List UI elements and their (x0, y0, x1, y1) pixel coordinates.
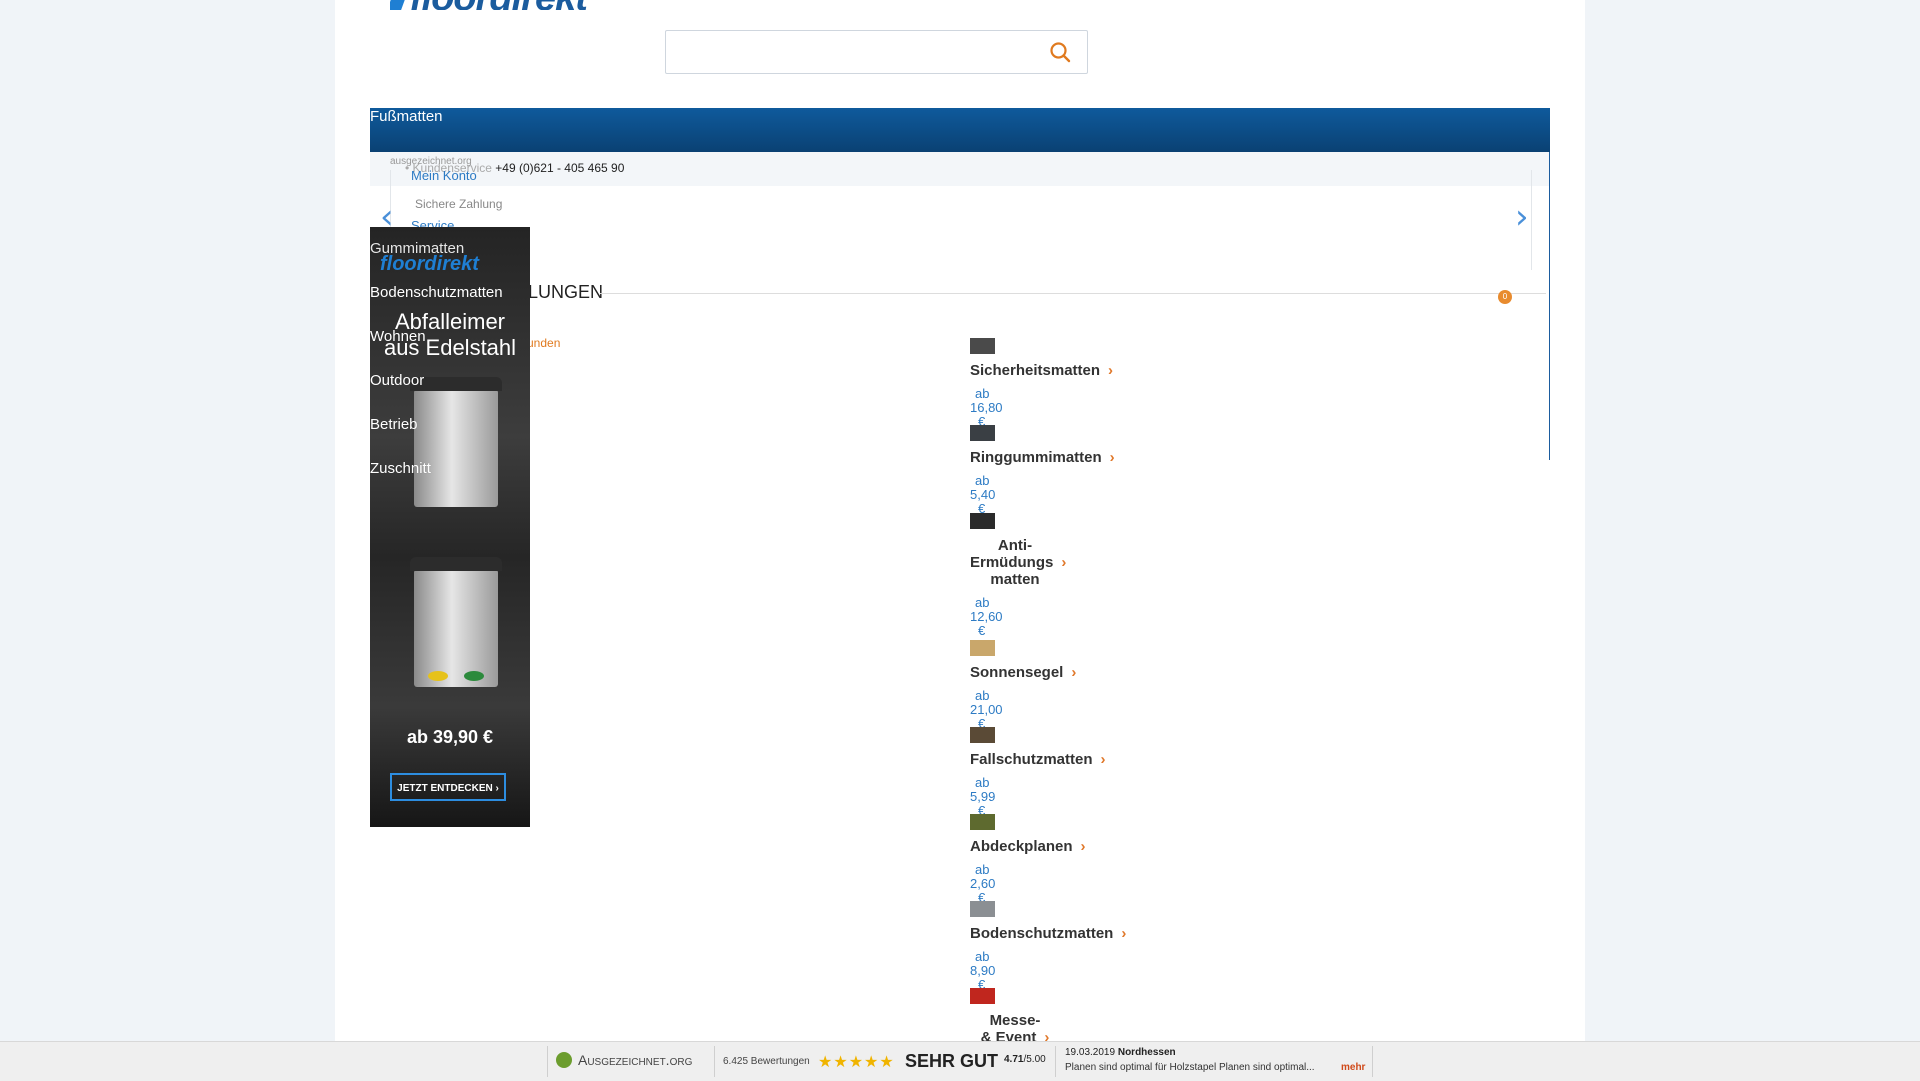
menu-item-wohnen[interactable]: Wohnen (370, 328, 426, 345)
chevron-right-icon: › (1061, 554, 1067, 571)
category-thumbnail (970, 425, 995, 441)
category-price: ab 16,80 € (970, 386, 1003, 429)
rating-footer-bar[interactable]: Ausgezeichnet.org 6.425 Bewertungen ★★★★… (0, 1041, 1920, 1081)
category-price: ab 5,99 € (970, 775, 996, 818)
category-price: ab 5,40 € (970, 473, 996, 516)
search-input[interactable] (674, 31, 1038, 73)
logo-mark-icon (390, 0, 407, 10)
review-count: 6.425 Bewertungen (723, 1056, 810, 1067)
category-price: ab 12,60 € (970, 595, 1003, 638)
usp-slider (390, 170, 1532, 270)
footer-divider (1055, 1046, 1056, 1077)
search-box (665, 30, 1088, 74)
section-title: LUNGEN (528, 282, 604, 302)
site-logo[interactable]: floordirekt (390, 0, 587, 10)
list-item[interactable]: Bodenschutzmatten › ab 8,90 € (970, 901, 1170, 992)
category-thumbnail (970, 338, 995, 354)
category-thumbnail (970, 513, 995, 529)
category-thumbnail (970, 727, 995, 743)
chevron-right-icon: › (1080, 838, 1086, 855)
ausgezeichnet-small-label: ausgezeichnet.org (390, 156, 472, 167)
nav-item-fussmatten[interactable]: Fußmatten (370, 108, 443, 126)
category-name: Sicherheitsmatten › (970, 362, 1114, 379)
ausgezeichnet-logo[interactable]: Ausgezeichnet.org (578, 1052, 692, 1068)
ausgezeichnet-check-icon (556, 1052, 572, 1068)
promo-banner[interactable]: floordirekt Abfalleimer aus Edelstahl ab… (370, 227, 530, 827)
category-price: ab 2,60 € (970, 862, 996, 905)
list-item[interactable]: Ringgummimatten › ab 5,40 € (970, 425, 1170, 516)
category-thumbnail (970, 988, 995, 1004)
chevron-right-icon: › (1100, 751, 1106, 768)
menu-item-outdoor[interactable]: Outdoor (370, 372, 424, 389)
search-icon[interactable] (1049, 41, 1071, 63)
list-item[interactable]: Sonnensegel › ab 21,00 € (970, 640, 1170, 731)
ad-price: ab 39,90 € (406, 727, 494, 747)
category-thumbnail (970, 640, 995, 656)
category-thumbnail (970, 901, 995, 917)
menu-item-zuschnitt[interactable]: Zuschnitt (370, 460, 431, 477)
menu-item-betrieb[interactable]: Betrieb (370, 416, 418, 433)
list-item[interactable]: Abdeckplanen › ab 2,60 € (970, 814, 1170, 905)
category-name: Ringgummimatten › (970, 449, 1115, 466)
chevron-right-icon: › (1108, 362, 1114, 379)
main-navigation: Fußmatten (370, 108, 1550, 152)
category-name: Abdeckplanen › (970, 838, 1086, 855)
more-link[interactable]: mehr (1341, 1062, 1365, 1073)
footer-divider (1372, 1046, 1373, 1077)
menu-item-gummimatten[interactable]: Gummimatten (370, 240, 464, 257)
dropdown-border (1549, 152, 1550, 460)
cart-count-badge[interactable]: 0 (1498, 290, 1512, 304)
chevron-right-icon: › (1109, 449, 1115, 466)
footer-divider (714, 1046, 715, 1077)
chevron-right-icon: › (1121, 925, 1127, 942)
ad-cta-button[interactable]: JETZT ENTDECKEN › (390, 773, 506, 801)
section-divider (600, 293, 1546, 294)
category-price: ab 21,00 € (970, 688, 1003, 731)
slider-next-icon[interactable]: › (1515, 200, 1529, 234)
category-price: ab 8,90 € (970, 949, 996, 992)
footer-divider (547, 1046, 548, 1077)
rating-score: 4.71/5.00 (1004, 1054, 1046, 1065)
trash-bin-image (410, 557, 502, 687)
list-item[interactable]: Anti- Ermüdungs › matten ab 12,60 € (970, 513, 1170, 638)
category-name: Bodenschutzmatten › (970, 925, 1127, 942)
category-name: Sonnensegel › (970, 664, 1077, 681)
trash-bin-image (410, 377, 502, 507)
section-link[interactable]: unden (527, 336, 560, 350)
list-item[interactable]: Messe- & Event › (970, 988, 1170, 1046)
category-name: Anti- Ermüdungs › matten (970, 537, 1067, 588)
chevron-right-icon: › (1071, 664, 1077, 681)
list-item[interactable]: Sicherheitsmatten › ab 16,80 € (970, 338, 1170, 429)
rating-label: SEHR GUT (905, 1051, 999, 1071)
list-item[interactable]: Fallschutzmatten › ab 5,99 € (970, 727, 1170, 818)
category-name: Fallschutzmatten › (970, 751, 1106, 768)
review-snippet: Planen sind optimal für Holzstapel Plane… (1065, 1062, 1315, 1073)
star-rating-icon: ★★★★★ (818, 1054, 895, 1071)
menu-item-bodenschutzmatten[interactable]: Bodenschutzmatten (370, 284, 503, 301)
category-thumbnail (970, 814, 995, 830)
review-meta: 19.03.2019 Nordhessen (1065, 1047, 1176, 1058)
